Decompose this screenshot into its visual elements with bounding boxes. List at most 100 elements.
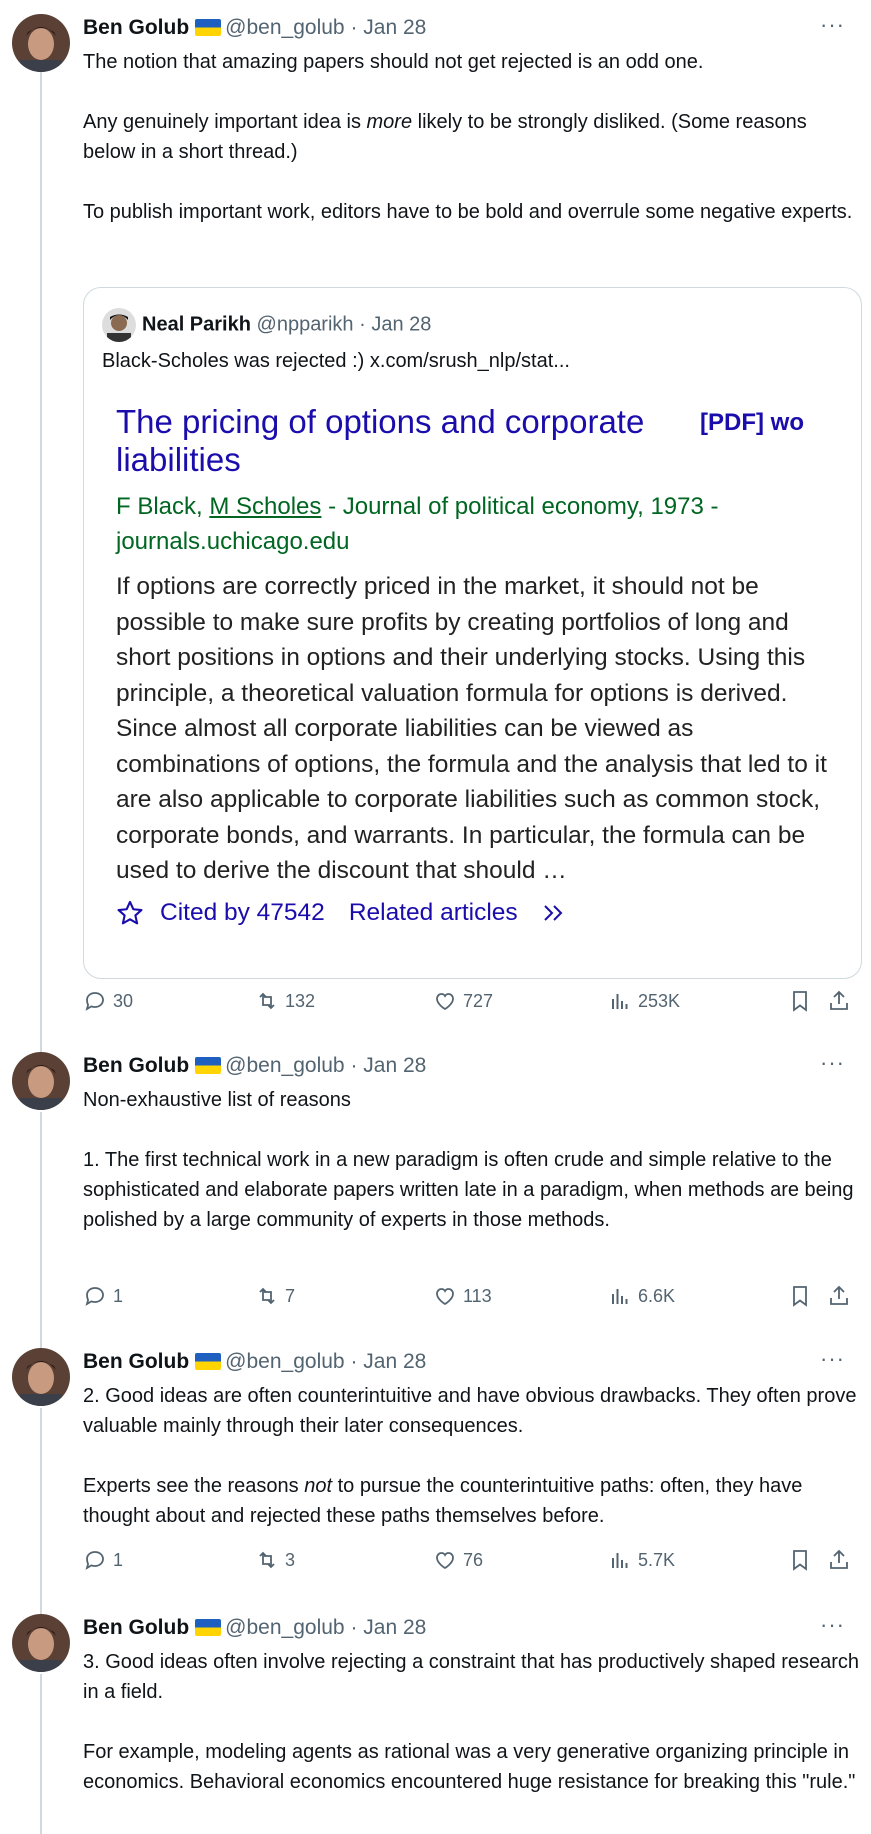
- retweet-button[interactable]: 132: [255, 986, 315, 1016]
- views-icon: [612, 1553, 628, 1568]
- like-icon: [436, 993, 454, 1011]
- ukraine-flag-icon: [195, 19, 222, 36]
- tweet-paragraph: Experts see the reasons not to pursue th…: [83, 1475, 803, 1527]
- double-chevron-icon: [543, 904, 563, 921]
- tweet-header: Ben Golub @ben_golub · Jan 28: [83, 1052, 426, 1080]
- author-handle[interactable]: @ben_golub: [225, 1350, 344, 1373]
- views-button[interactable]: 5.7K: [608, 1545, 675, 1575]
- ukraine-flag-icon: [195, 1619, 222, 1636]
- ukraine-flag-icon: [195, 1057, 222, 1074]
- tweet-date[interactable]: · Jan 28: [350, 1616, 426, 1639]
- more-options-button[interactable]: ···: [820, 1348, 845, 1370]
- emphasis: more: [366, 111, 413, 133]
- tweet-paragraph: Any genuinely important idea is more lik…: [83, 111, 807, 163]
- share-icon: [830, 1285, 848, 1305]
- views-button[interactable]: 253K: [608, 986, 680, 1016]
- reply-count: 30: [113, 990, 134, 1011]
- tweet-paragraph: 1. The first technical work in a new par…: [83, 1149, 854, 1231]
- avatar[interactable]: [12, 1614, 70, 1672]
- more-options-button[interactable]: ···: [820, 1614, 845, 1636]
- related-articles-link: Related articles: [348, 898, 518, 926]
- author-link: M Scholes: [209, 493, 322, 520]
- scholar-pdf-link: [PDF] wo: [700, 409, 804, 436]
- share-button[interactable]: [827, 1281, 851, 1311]
- tweet-header: Ben Golub @ben_golub · Jan 28: [83, 1348, 426, 1376]
- tweet-paragraph: To publish important work, editors have …: [83, 201, 853, 223]
- scholar-title: The pricing of options and corporate lia…: [116, 403, 645, 478]
- author-name[interactable]: Ben Golub: [83, 1054, 189, 1077]
- tweet-text: The notion that amazing papers should no…: [83, 47, 861, 227]
- views-count: 253K: [638, 990, 681, 1011]
- bookmark-button[interactable]: [788, 986, 812, 1016]
- quote-author-name: Neal Parikh: [142, 313, 251, 336]
- share-icon: [830, 1549, 848, 1569]
- avatar[interactable]: [12, 14, 70, 72]
- tweet-text: 2. Good ideas are often counterintuitive…: [83, 1381, 861, 1531]
- author-handle[interactable]: @ben_golub: [225, 1054, 344, 1077]
- views-count: 5.7K: [638, 1549, 676, 1570]
- author-handle[interactable]: @ben_golub: [225, 1616, 344, 1639]
- tweet-actions: 1 3 76 5.7K: [83, 1545, 857, 1575]
- retweet-count: 7: [285, 1285, 296, 1306]
- more-options-button[interactable]: ···: [820, 1052, 845, 1074]
- avatar[interactable]: [12, 1348, 70, 1406]
- like-button[interactable]: 76: [433, 1545, 483, 1575]
- tweet-date[interactable]: · Jan 28: [350, 1054, 426, 1077]
- reply-button[interactable]: 30: [83, 986, 133, 1016]
- retweet-icon: [259, 1287, 275, 1305]
- retweet-icon: [259, 1551, 275, 1569]
- scholar-abstract: If options are correctly priced in the m…: [116, 573, 827, 884]
- tweet-actions: 1 7 113 6.6K: [83, 1281, 857, 1311]
- more-options-button[interactable]: ···: [820, 14, 845, 36]
- scholar-authors: F Black, M Scholes - Journal of politica…: [116, 489, 836, 559]
- share-button[interactable]: [827, 1545, 851, 1575]
- like-count: 113: [463, 1285, 492, 1306]
- bookmark-button[interactable]: [788, 1281, 812, 1311]
- tweet[interactable]: Ben Golub @ben_golub · Jan 28 ··· 3. Good…: [0, 1614, 871, 1829]
- author-name[interactable]: Ben Golub: [83, 1350, 189, 1373]
- bookmark-button[interactable]: [788, 1545, 812, 1575]
- tweet[interactable]: Ben Golub @ben_golub · Jan 28 ··· Non-exh…: [0, 1052, 871, 1312]
- like-icon: [436, 1288, 454, 1306]
- quoted-tweet[interactable]: Neal Parikh @npparikh · Jan 28 Black-Sch…: [83, 287, 862, 979]
- scholar-result-image: The pricing of options and corporate lia…: [116, 403, 836, 927]
- cited-by-link: Cited by 47542: [160, 898, 325, 926]
- like-icon: [436, 1552, 454, 1570]
- author-name[interactable]: Ben Golub: [83, 1616, 189, 1639]
- tweet-paragraph: For example, modeling agents as rational…: [83, 1741, 856, 1793]
- tweet[interactable]: Ben Golub @ben_golub · Jan 28 ··· 2. Good…: [0, 1348, 871, 1578]
- scholar-links: Cited by 47542 Related articles: [116, 899, 836, 927]
- avatar[interactable]: [12, 1052, 70, 1110]
- share-icon: [830, 990, 848, 1010]
- author-handle[interactable]: @ben_golub: [225, 16, 344, 39]
- author-name[interactable]: Ben Golub: [83, 16, 189, 39]
- like-button[interactable]: 113: [433, 1281, 492, 1311]
- tweet-text: Non-exhaustive list of reasons 1. The fi…: [83, 1085, 861, 1235]
- views-icon: [612, 1289, 628, 1304]
- tweet-header: Ben Golub @ben_golub · Jan 28: [83, 14, 426, 42]
- reply-icon: [85, 1551, 104, 1570]
- share-button[interactable]: [827, 986, 851, 1016]
- retweet-count: 3: [285, 1549, 296, 1570]
- like-button[interactable]: 727: [433, 986, 493, 1016]
- emphasis: not: [304, 1475, 333, 1497]
- reply-button[interactable]: 1: [83, 1281, 123, 1311]
- views-button[interactable]: 6.6K: [608, 1281, 675, 1311]
- reply-count: 1: [113, 1549, 124, 1570]
- reply-button[interactable]: 1: [83, 1545, 123, 1575]
- bookmark-icon: [793, 1286, 807, 1307]
- reply-count: 1: [113, 1285, 124, 1306]
- views-count: 6.6K: [638, 1285, 676, 1306]
- tweet-date[interactable]: · Jan 28: [350, 16, 426, 39]
- views-icon: [612, 994, 628, 1009]
- retweet-button[interactable]: 3: [255, 1545, 295, 1575]
- bookmark-icon: [793, 1550, 807, 1571]
- tweet-paragraph: 3. Good ideas often involve rejecting a …: [83, 1651, 860, 1703]
- tweet[interactable]: Ben Golub @ben_golub · Jan 28 ··· The not…: [0, 14, 871, 1014]
- retweet-button[interactable]: 7: [255, 1281, 295, 1311]
- ukraine-flag-icon: [195, 1353, 222, 1370]
- tweet-text: 3. Good ideas often involve rejecting a …: [83, 1647, 861, 1797]
- quote-avatar: [102, 308, 136, 342]
- tweet-date[interactable]: · Jan 28: [350, 1350, 426, 1373]
- tweet-paragraph: 2. Good ideas are often counterintuitive…: [83, 1385, 857, 1437]
